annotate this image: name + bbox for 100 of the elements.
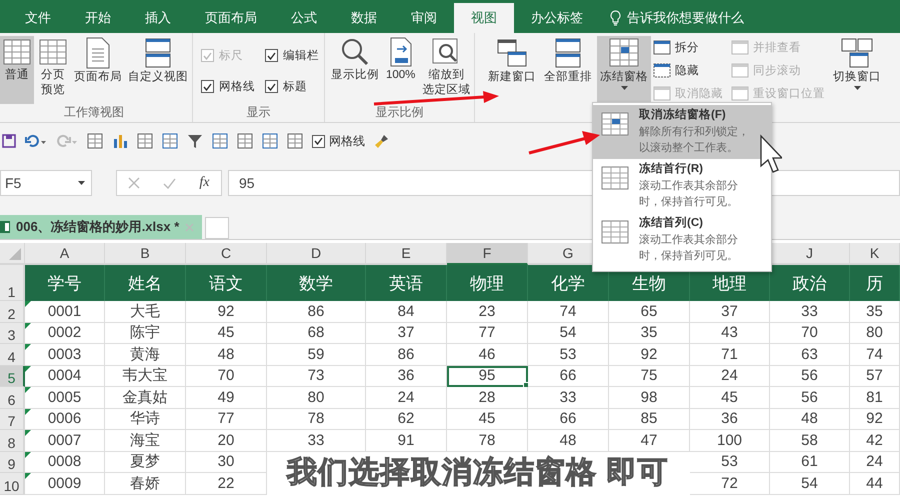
menu-tab[interactable]: 文件 — [8, 3, 68, 33]
column-header[interactable]: J — [770, 243, 850, 265]
filter-icon[interactable] — [187, 133, 203, 149]
grid-icon[interactable] — [287, 133, 303, 149]
menu-tab[interactable]: 页面布局 — [188, 3, 274, 33]
checkbox[interactable]: 编辑栏 — [265, 48, 319, 63]
switch-window-button[interactable]: 切换窗口 — [831, 36, 883, 122]
brush-icon[interactable] — [374, 133, 390, 149]
table-cell: 62 — [366, 408, 447, 430]
checkbox[interactable]: 网格线 — [201, 79, 255, 94]
gridlines-checkbox[interactable]: 网格线 — [312, 132, 365, 150]
view-button[interactable]: 分页 预览 — [36, 36, 70, 104]
column-header[interactable]: F — [447, 243, 528, 265]
table-cell: 84 — [366, 301, 447, 322]
column-title-cell: 数学 — [267, 265, 366, 301]
windows-icon — [840, 37, 874, 69]
workbook-tab[interactable]: 006、冻结窗格的妙用.xlsx * — [0, 215, 202, 239]
menu-item-title: 冻结首列(C) — [639, 216, 704, 231]
zoom-button[interactable]: 缩放到 选定区域 — [420, 36, 472, 104]
view-button[interactable]: 页面布局 — [72, 36, 124, 104]
undo-icon[interactable] — [25, 134, 47, 148]
insert-function-button[interactable]: fx — [199, 175, 210, 191]
row-header[interactable]: 7 — [0, 408, 25, 430]
row-header[interactable]: 10 — [0, 473, 25, 494]
table-cell: 57 — [850, 366, 900, 387]
table-cell: 0003 — [25, 344, 105, 366]
column-header[interactable]: B — [105, 243, 186, 265]
column-header[interactable]: D — [267, 243, 366, 265]
menu-tab[interactable]: 视图 — [454, 3, 514, 33]
table-cell: 22 — [186, 473, 267, 494]
checkmark-icon — [267, 82, 276, 90]
chart-icon[interactable] — [112, 133, 128, 149]
table-cell: 0004 — [25, 366, 105, 387]
column-header[interactable]: C — [186, 243, 267, 265]
row-header[interactable]: 1 — [0, 265, 25, 301]
table-cell: 30 — [186, 452, 267, 473]
zoom-button[interactable]: 100% — [384, 36, 418, 104]
row-header[interactable]: 2 — [0, 301, 25, 322]
table-cell: 48 — [770, 408, 850, 430]
menu-item[interactable]: 取消冻结窗格(F) 解除所有行和列锁定，以滚动整个工作表。 — [593, 105, 771, 159]
table-cell: 74 — [850, 344, 900, 366]
magnifier-icon — [340, 37, 370, 67]
row-header[interactable]: 4 — [0, 344, 25, 366]
row-header[interactable]: 9 — [0, 452, 25, 473]
table-cell: 23 — [447, 301, 528, 322]
table-cell: 92 — [186, 301, 267, 322]
page-icon — [85, 37, 111, 69]
menu-tab[interactable]: 插入 — [128, 3, 188, 33]
window-button[interactable]: 新建窗口 — [485, 36, 539, 122]
window-small-button[interactable]: 隐藏 — [653, 61, 723, 80]
menu-tab[interactable]: 审阅 — [394, 3, 454, 33]
checkmark-icon — [203, 82, 212, 90]
table-cell: 66 — [528, 366, 609, 387]
table-icon[interactable] — [87, 133, 103, 149]
table-cell: 77 — [186, 408, 267, 430]
table-cell: 58 — [770, 430, 850, 452]
menu-tab[interactable]: 数据 — [334, 3, 394, 33]
table-cell: 夏梦 — [105, 452, 186, 473]
column-header[interactable]: E — [366, 243, 447, 265]
column-header[interactable]: K — [850, 243, 900, 265]
caret-icon — [620, 86, 628, 90]
table-cell: 54 — [528, 322, 609, 344]
table-cell: 24 — [690, 366, 770, 387]
side-by-side-icon — [731, 40, 749, 55]
column-title-cell: 物理 — [447, 265, 528, 301]
caret-icon — [78, 181, 85, 185]
tell-me-search[interactable]: 告诉我你想要做什么 — [610, 3, 744, 33]
frozen-grid-icon — [601, 220, 629, 246]
page-arrow-icon — [388, 37, 413, 67]
menu-tab[interactable]: 开始 — [68, 3, 128, 33]
table-cell: 92 — [609, 344, 690, 366]
menu-tab[interactable]: 公式 — [274, 3, 334, 33]
table-cell: 35 — [609, 322, 690, 344]
menu-tab[interactable]: 办公标签 — [514, 3, 600, 33]
row-header[interactable]: 8 — [0, 430, 25, 452]
row-header[interactable]: 3 — [0, 322, 25, 344]
view-button[interactable]: 普通 — [0, 36, 34, 104]
video-subtitle: 我们选择取消冻结窗格 即可 — [287, 454, 668, 491]
table-cell: 0001 — [25, 301, 105, 322]
grid-icon[interactable] — [262, 133, 278, 149]
save-icon[interactable] — [2, 134, 16, 148]
menu-item-description: 解除所有行和列锁定，以滚动整个工作表。 — [639, 124, 750, 156]
view-button[interactable]: 自定义视图 — [126, 36, 190, 104]
zoom-button[interactable]: 显示比例 — [329, 36, 381, 104]
window-icon — [495, 37, 529, 69]
name-box[interactable]: F5 — [0, 170, 92, 196]
table-cell: 37 — [366, 322, 447, 344]
column-title-cell: 英语 — [366, 265, 447, 301]
column-header[interactable]: A — [25, 243, 105, 265]
checkbox[interactable]: 标题 — [265, 79, 319, 94]
row-header[interactable]: 6 — [0, 387, 25, 408]
table-cell: 金真姑 — [105, 387, 186, 408]
row-header[interactable]: 5 — [0, 366, 25, 387]
table-cell: 100 — [690, 430, 770, 452]
table-cell: 53 — [690, 452, 770, 473]
window-small-button[interactable]: 拆分 — [653, 38, 723, 57]
table-cell: 33 — [267, 430, 366, 452]
column-title-cell: 政治 — [770, 265, 850, 301]
table-cell: 95 — [447, 366, 528, 387]
window-button[interactable]: 全部重排 — [541, 36, 595, 122]
